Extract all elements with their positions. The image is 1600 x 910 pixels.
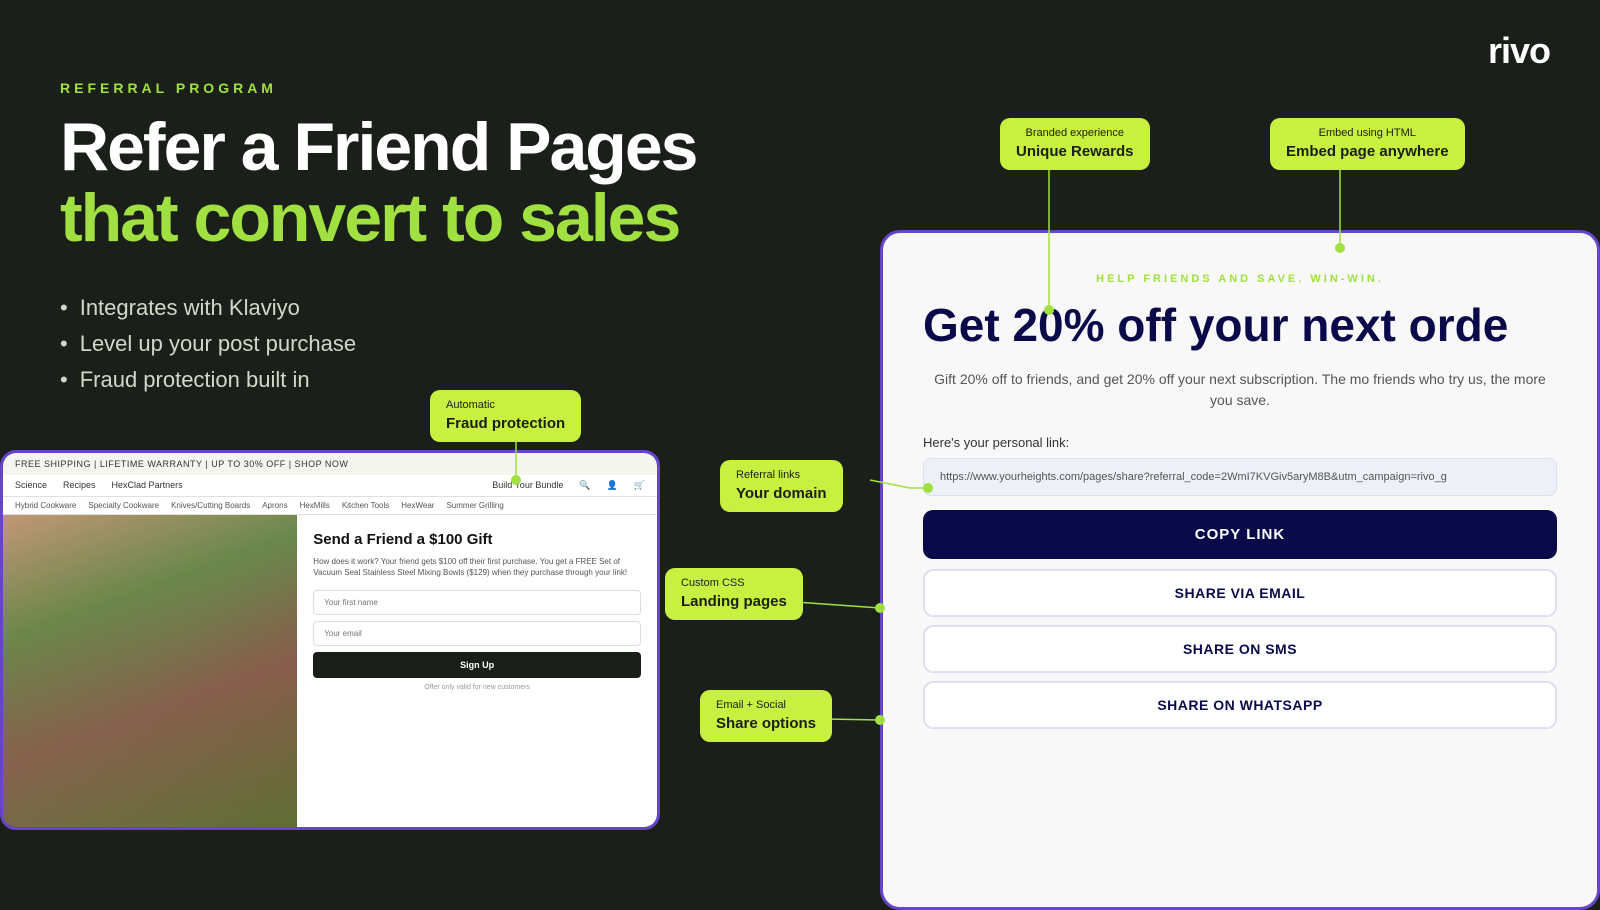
panel-top-label: HELP FRIENDS AND SAVE. WIN-WIN. <box>923 273 1557 285</box>
badge-referral-bottom: Your domain <box>736 483 827 504</box>
browser-subnav: Hybrid Cookware Specialty Cookware Knive… <box>3 497 657 515</box>
bullet-item-2: Level up your post purchase <box>60 331 710 357</box>
badge-css: Custom CSS Landing pages <box>665 568 803 620</box>
badge-css-top: Custom CSS <box>681 576 787 591</box>
form-title: Send a Friend a $100 Gift <box>313 531 641 548</box>
share-email-button[interactable]: SHARE VIA EMAIL <box>923 569 1557 617</box>
email-input[interactable] <box>313 621 641 646</box>
panel-link-label: Here's your personal link: <box>923 435 1557 450</box>
cart-icon[interactable]: 🛒 <box>634 480 645 491</box>
badge-fraud-bottom: Fraud protection <box>446 413 565 434</box>
referral-panel: HELP FRIENDS AND SAVE. WIN-WIN. Get 20% … <box>880 230 1600 910</box>
badge-email: Email + Social Share options <box>700 690 832 742</box>
bullet-item-3: Fraud protection built in <box>60 367 710 393</box>
left-content: REFERRAL PROGRAM Refer a Friend Pages th… <box>60 80 710 403</box>
firstname-input[interactable] <box>313 590 641 615</box>
badge-branded-top: Branded experience <box>1016 126 1134 141</box>
browser-mock: FREE SHIPPING | LIFETIME WARRANTY | UP T… <box>0 450 660 830</box>
subnav-aprons[interactable]: Aprons <box>262 501 287 510</box>
product-image <box>3 515 297 829</box>
user-icon[interactable]: 👤 <box>607 480 618 491</box>
headline-line2: that convert to sales <box>60 183 710 254</box>
logo: rivo <box>1488 30 1550 72</box>
referral-program-label: REFERRAL PROGRAM <box>60 80 710 96</box>
subnav-hexwear[interactable]: HexWear <box>401 501 434 510</box>
badge-referral: Referral links Your domain <box>720 460 843 512</box>
browser-content-area: Send a Friend a $100 Gift How does it wo… <box>3 515 657 829</box>
copy-link-button[interactable]: COPY LINK <box>923 510 1557 559</box>
subnav-knives[interactable]: Knives/Cutting Boards <box>171 501 250 510</box>
nav-item-recipes[interactable]: Recipes <box>63 480 96 491</box>
feature-list: Integrates with Klaviyo Level up your po… <box>60 295 710 393</box>
badge-fraud-top: Automatic <box>446 398 565 413</box>
panel-subtext: Gift 20% off to friends, and get 20% off… <box>923 369 1557 411</box>
form-note: Offer only valid for new customers <box>313 684 641 691</box>
badge-referral-top: Referral links <box>736 468 827 483</box>
subnav-kitchen[interactable]: Kitchen Tools <box>342 501 389 510</box>
badge-email-bottom: Share options <box>716 713 816 734</box>
subnav-specialty[interactable]: Specialty Cookware <box>88 501 159 510</box>
browser-topbar: FREE SHIPPING | LIFETIME WARRANTY | UP T… <box>3 453 657 475</box>
panel-link-box: https://www.yourheights.com/pages/share?… <box>923 458 1557 496</box>
image-overlay <box>3 515 297 829</box>
subnav-grilling[interactable]: Summer Grilling <box>446 501 503 510</box>
signup-button[interactable]: Sign Up <box>313 652 641 678</box>
badge-embed: Embed using HTML Embed page anywhere <box>1270 118 1465 170</box>
badge-email-top: Email + Social <box>716 698 816 713</box>
share-sms-button[interactable]: SHARE ON SMS <box>923 625 1557 673</box>
badge-branded: Branded experience Unique Rewards <box>1000 118 1150 170</box>
badge-embed-bottom: Embed page anywhere <box>1286 141 1449 162</box>
browser-nav: Science Recipes HexClad Partners Build Y… <box>3 475 657 497</box>
subnav-hexmills[interactable]: HexMills <box>300 501 330 510</box>
badge-css-bottom: Landing pages <box>681 591 787 612</box>
badge-fraud: Automatic Fraud protection <box>430 390 581 442</box>
bullet-item-1: Integrates with Klaviyo <box>60 295 710 321</box>
subnav-hybrid[interactable]: Hybrid Cookware <box>15 501 76 510</box>
nav-item-partners[interactable]: HexClad Partners <box>112 480 183 491</box>
badge-branded-bottom: Unique Rewards <box>1016 141 1134 162</box>
search-icon[interactable]: 🔍 <box>579 480 590 491</box>
badge-embed-top: Embed using HTML <box>1286 126 1449 141</box>
panel-headline: Get 20% off your next orde <box>923 301 1557 349</box>
share-whatsapp-button[interactable]: SHARE ON WHATSAPP <box>923 681 1557 729</box>
headline-line1: Refer a Friend Pages <box>60 112 710 183</box>
nav-item-science[interactable]: Science <box>15 480 47 491</box>
nav-item-build[interactable]: Build Your Bundle <box>492 480 563 491</box>
referral-form: Send a Friend a $100 Gift How does it wo… <box>297 515 657 829</box>
panel-inner: HELP FRIENDS AND SAVE. WIN-WIN. Get 20% … <box>883 233 1597 767</box>
form-description: How does it work? Your friend gets $100 … <box>313 556 641 578</box>
